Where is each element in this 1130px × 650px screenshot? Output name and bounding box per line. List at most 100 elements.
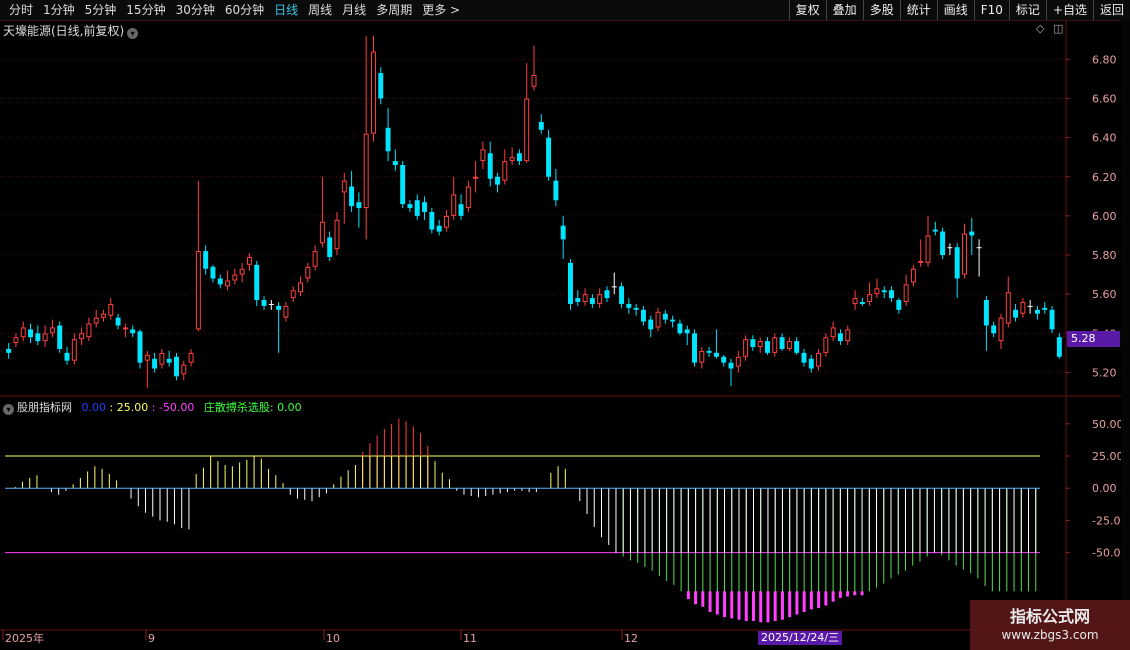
candle-body-down	[414, 200, 420, 216]
period-tab-6[interactable]: 日线	[269, 2, 303, 18]
toolbar-actions: 复权 叠加 多股 统计 画线 F10 标记 +自选 返回	[788, 0, 1130, 20]
candle-body-up	[290, 290, 296, 299]
candle-body-up	[743, 339, 749, 357]
toolbar-action-5[interactable]: F10	[973, 0, 1009, 20]
candle-body-up	[816, 352, 822, 367]
period-tab-5[interactable]: 60分钟	[220, 2, 269, 18]
candle-body-up	[509, 157, 515, 162]
candle-body-up	[852, 298, 858, 304]
candle-body-up	[735, 356, 741, 367]
candle-body-up	[874, 288, 880, 295]
candle-body-up	[830, 327, 836, 338]
candle-body-down	[648, 319, 654, 330]
indicator-separator: :	[109, 401, 114, 414]
toolbar-action-1[interactable]: 叠加	[825, 0, 863, 20]
candle-body-down	[6, 348, 12, 353]
candle-body-down	[137, 331, 143, 363]
candle-body-up	[962, 233, 967, 275]
candle-body-up	[195, 251, 201, 330]
toolbar-action-7[interactable]: +自选	[1045, 0, 1093, 20]
xaxis-label: 2025年	[5, 631, 44, 645]
indicator-name: 股朋指标网	[17, 401, 72, 414]
candle-body-up	[79, 333, 85, 340]
candle-body-up	[480, 149, 486, 162]
toolbar-action-6[interactable]: 标记	[1008, 0, 1046, 20]
watermark-title: 指标公式网	[1009, 607, 1090, 626]
candle-body-up	[772, 337, 778, 353]
candle-body-up	[757, 341, 763, 347]
candle-body-down	[640, 309, 646, 322]
candle-body-down	[327, 237, 333, 257]
candle-body-down	[677, 323, 683, 334]
candle-body-down	[538, 121, 544, 130]
toolbar-action-0[interactable]: 复权	[788, 0, 826, 20]
candle-body-down	[706, 350, 712, 353]
candle-body-down	[808, 358, 814, 369]
candle-body-down	[1027, 305, 1033, 307]
candle-body-down	[575, 298, 581, 302]
cursor-date-tag: 2025/12/24/三	[758, 631, 843, 645]
toolbar-action-3[interactable]: 统计	[899, 0, 937, 20]
watermark: 指标公式网 www.zbgs3.com	[970, 600, 1130, 650]
candle-body-down	[954, 247, 960, 279]
candle-body-up	[122, 327, 128, 330]
candle-body-up	[86, 323, 92, 338]
candle-body-down	[983, 300, 989, 326]
candle-body-up	[823, 337, 829, 353]
period-tab-9[interactable]: 多周期	[371, 2, 417, 18]
candle-body-up	[108, 303, 114, 316]
chart-canvas[interactable]: 6.806.606.406.206.005.805.605.405.2050.0…	[0, 20, 1121, 650]
price-tick-label: 5.80	[1092, 249, 1117, 262]
candle-body-down	[349, 186, 355, 207]
candle-body-down	[166, 358, 172, 363]
candle-body-down	[568, 262, 573, 304]
period-tab-10[interactable]: 更多 >	[417, 2, 465, 18]
indicator-tick-label: 0.00	[1092, 482, 1117, 495]
candle-body-up	[159, 352, 165, 365]
top-toolbar: 分时 1分钟 5分钟 15分钟 30分钟 60分钟 日线 周线 月线 多周期 更多 > 复权 叠加 多股…	[0, 0, 1130, 21]
candle-body-up	[93, 317, 99, 324]
period-tab-8[interactable]: 月线	[337, 2, 371, 18]
candle-body-down	[889, 290, 895, 299]
candle-body-down	[356, 202, 362, 209]
candle-body-up	[363, 133, 369, 209]
period-tab-3[interactable]: 15分钟	[121, 2, 170, 18]
candle-body-down	[203, 251, 209, 269]
period-tab-1[interactable]: 1分钟	[38, 2, 80, 18]
indicator-tick-label: 50.00	[1092, 418, 1121, 431]
candle-body-down	[385, 127, 391, 152]
candle-body-up	[1020, 301, 1026, 314]
candle-body-up	[246, 256, 252, 265]
price-tick-label: 6.60	[1092, 92, 1117, 105]
candle-body-down	[619, 286, 625, 304]
candle-body-down	[713, 352, 719, 357]
candle-body-down	[152, 358, 158, 369]
indicator-tick-label: -25.00	[1092, 514, 1121, 527]
right-scroll-strip[interactable]	[1121, 20, 1130, 650]
period-tab-7[interactable]: 周线	[303, 2, 337, 18]
candle-body-up	[13, 337, 19, 344]
candle-body-down	[560, 225, 566, 240]
period-tab-0[interactable]: 分时	[4, 2, 38, 18]
chevron-down-icon[interactable]: ▾	[3, 404, 14, 415]
period-tab-4[interactable]: 30分钟	[171, 2, 220, 18]
candle-body-up	[918, 260, 924, 263]
toolbar-action-2[interactable]: 多股	[862, 0, 900, 20]
candle-body-down	[692, 333, 698, 363]
period-tab-2[interactable]: 5分钟	[80, 2, 122, 18]
indicator-select-label: 庄散搏杀选股: 0.00	[203, 401, 302, 414]
candle-body-down	[633, 307, 639, 310]
candle-body-down	[859, 301, 865, 304]
candle-body-up	[188, 352, 194, 363]
candle-body-up	[910, 268, 916, 283]
toolbar-action-4[interactable]: 画线	[936, 0, 974, 20]
candle-body-up	[71, 339, 77, 361]
candle-body-up	[312, 251, 318, 267]
candle-body-down	[1034, 309, 1040, 314]
candle-body-down	[1056, 337, 1062, 357]
toolbar-action-8[interactable]: 返回	[1092, 0, 1130, 20]
indicator-value-0: 0.00	[81, 401, 107, 414]
xaxis-label: 9	[148, 632, 155, 645]
candle-body-up	[699, 350, 705, 363]
candle-body-down	[495, 176, 500, 185]
